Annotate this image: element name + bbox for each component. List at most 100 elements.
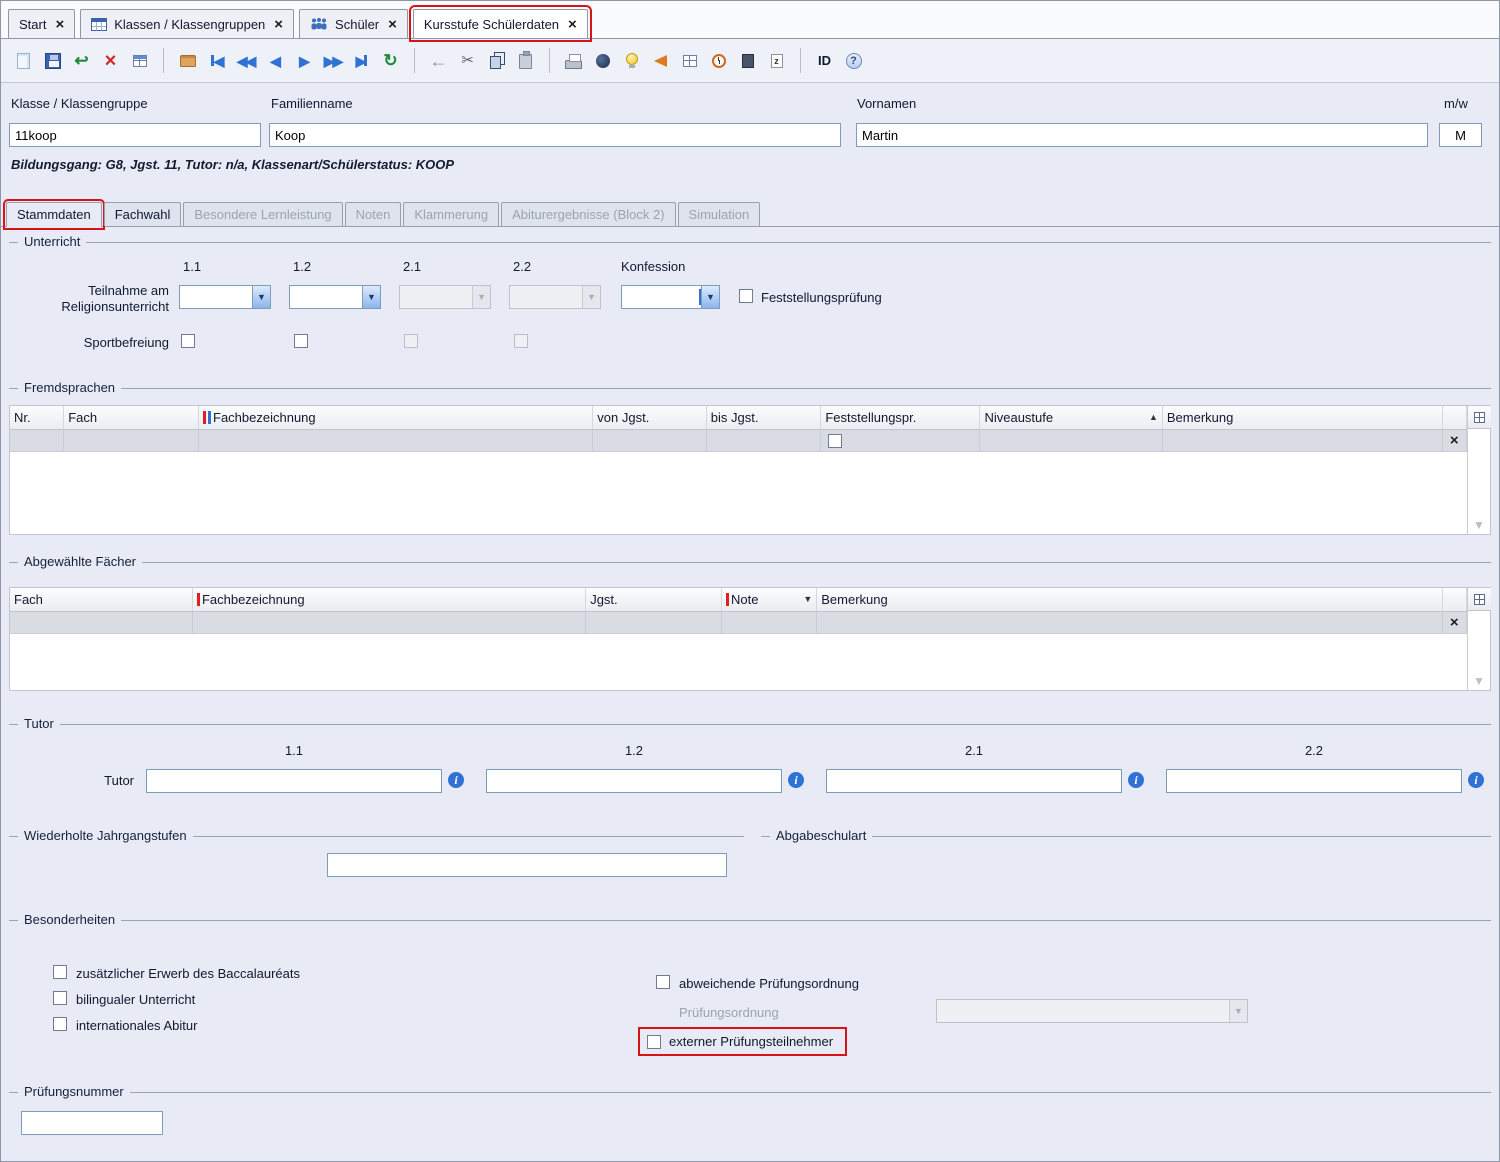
window-tab-schueler[interactable]: Schüler × [299,9,408,38]
preview-button[interactable] [589,47,616,74]
table-row[interactable]: × [10,611,1467,633]
column-header-spacer [1442,406,1466,429]
info-icon[interactable]: i [1128,772,1144,788]
copy-button[interactable] [483,47,510,74]
horn-button[interactable] [647,47,674,74]
row-checkbox[interactable] [828,434,842,448]
nav-forward-button[interactable]: ▶ [290,47,317,74]
sort-desc-icon: ▼ [803,594,812,604]
window-tab-kursstufe-schuelerdaten[interactable]: Kursstufe Schülerdaten × [413,9,588,38]
bilingual-checkbox[interactable] [53,991,67,1005]
column-header[interactable]: Note▼ [722,588,817,611]
window-tab-start[interactable]: Start × [8,9,75,38]
column-header[interactable]: von Jgst. [593,406,707,429]
new-button[interactable] [10,47,37,74]
nav-fast-back-button[interactable]: ◀◀ [232,47,259,74]
pruefungsnummer-field[interactable] [21,1111,163,1135]
close-icon[interactable]: × [274,17,283,32]
tab-stammdaten[interactable]: Stammdaten [6,202,102,227]
edit-table-button[interactable] [126,47,153,74]
column-picker-button[interactable] [1468,588,1491,611]
info-icon[interactable]: i [448,772,464,788]
column-header[interactable]: Fach [64,406,199,429]
tab-besondere-lernleistung: Besondere Lernleistung [183,202,342,226]
grid-button[interactable] [676,47,703,74]
export-button[interactable] [734,47,761,74]
tutor-field-22[interactable] [1166,769,1462,793]
window-tab-klassen[interactable]: Klassen / Klassengruppen × [80,9,294,38]
internationales-abitur-checkbox[interactable] [53,1017,67,1031]
externer-pruefungsteilnehmer-checkbox[interactable] [647,1035,661,1049]
abweichende-pruefungsordnung-checkbox[interactable] [656,975,670,989]
column-header[interactable]: Jgst. [586,588,722,611]
column-picker-button[interactable] [1468,406,1491,429]
id-button[interactable]: ID [811,47,838,74]
clock-button[interactable] [705,47,732,74]
help-button[interactable]: ? [840,47,867,74]
chevron-down-icon[interactable]: ▼ [252,286,270,308]
refresh-button[interactable]: ↻ [377,47,404,74]
delete-row-button[interactable]: × [1442,611,1466,633]
cut-button[interactable]: ✂ [454,47,481,74]
wiederholte-jahrgangstufen-field[interactable] [327,853,727,877]
table-scroll-strip: ▼ [1467,588,1490,690]
mw-label: m/w [1444,96,1468,111]
religion-dropdown-11[interactable]: ▼ [179,285,271,309]
paste-icon [519,54,532,69]
nav-last-button[interactable]: ▶ [348,47,375,74]
chevron-down-icon[interactable]: ▼ [362,286,380,308]
baccalaureat-checkbox[interactable] [53,965,67,979]
column-header[interactable]: Fach [10,588,192,611]
column-header[interactable]: Bemerkung [817,588,1442,611]
student-header: Klasse / Klassengruppe Familienname Vorn… [1,83,1499,201]
print-button[interactable] [560,47,587,74]
scroll-down-icon[interactable]: ▼ [1473,674,1485,688]
feststellungspruefung-checkbox[interactable] [739,289,753,303]
column-header[interactable]: Nr. [10,406,64,429]
sportbefreiung-checkbox-11[interactable] [181,334,195,348]
back-arrow-button[interactable]: ← [425,47,452,74]
column-header[interactable]: Feststellungspr. [821,406,980,429]
close-icon[interactable]: × [568,17,577,32]
column-header[interactable]: Bemerkung [1162,406,1442,429]
nav-back-button[interactable]: ◀ [261,47,288,74]
info-icon[interactable]: i [788,772,804,788]
records-button[interactable] [174,47,201,74]
sort-az-button[interactable]: z [763,47,790,74]
mw-field[interactable] [1439,123,1482,147]
tab-fachwahl[interactable]: Fachwahl [104,202,182,226]
konfession-dropdown[interactable]: ▼ [621,285,720,309]
klasse-field[interactable] [9,123,261,147]
abweichende-pruefungsordnung-label: abweichende Prüfungsordnung [679,976,859,991]
religion-dropdown-12[interactable]: ▼ [289,285,381,309]
bilingual-label: bilingualer Unterricht [76,992,195,1007]
chevron-down-icon[interactable]: ▼ [701,286,719,308]
paste-button[interactable] [512,47,539,74]
info-icon[interactable]: i [1468,772,1484,788]
table-row[interactable]: × [10,429,1467,451]
tutor-field-11[interactable] [146,769,442,793]
undo-button[interactable]: ↩ [68,47,95,74]
save-button[interactable] [39,47,66,74]
column-picker-icon [1474,594,1485,605]
column-header[interactable]: Fachbezeichnung [192,588,585,611]
col-label-21: 2.1 [403,259,421,274]
column-header[interactable]: bis Jgst. [706,406,821,429]
tutor-field-21[interactable] [826,769,1122,793]
sportbefreiung-checkbox-12[interactable] [294,334,308,348]
fremdsprachen-group: Fremdsprachen Nr. Fach Fachbezeichnung v… [9,388,1491,540]
nav-first-button[interactable]: ◀ [203,47,230,74]
delete-button[interactable]: × [97,47,124,74]
scroll-down-icon[interactable]: ▼ [1473,518,1485,532]
delete-row-button[interactable]: × [1442,429,1466,451]
vornamen-field[interactable] [856,123,1428,147]
lamp-button[interactable] [618,47,645,74]
familienname-field[interactable] [269,123,841,147]
close-icon[interactable]: × [55,17,64,32]
column-header[interactable]: Fachbezeichnung [199,406,593,429]
close-icon[interactable]: × [388,17,397,32]
nav-fast-forward-button[interactable]: ▶▶ [319,47,346,74]
tutor-field-12[interactable] [486,769,782,793]
sort-az-icon: z [771,54,783,68]
column-header[interactable]: Niveaustufe▲ [980,406,1162,429]
